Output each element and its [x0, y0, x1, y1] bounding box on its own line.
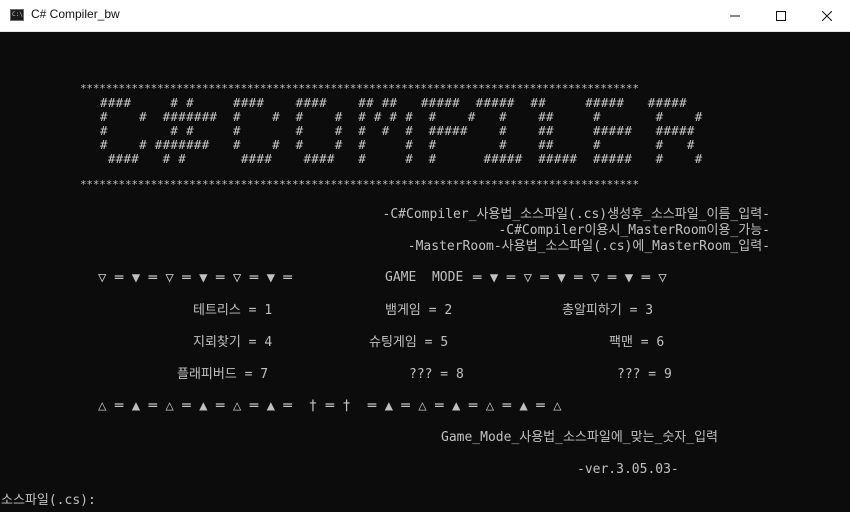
minimize-icon: [730, 15, 740, 16]
game-option-7: 플래피버드 = 7: [177, 367, 269, 382]
game-option-2: 뱀게임 = 2: [385, 303, 453, 318]
version-label: -ver.3.05.03-: [577, 462, 679, 477]
game-mode-title: GAME MODE: [385, 270, 464, 285]
banner-art-row: # # ####### # # # # # # # # ## # # #: [100, 137, 695, 152]
window-title: C# Compiler_bw: [31, 7, 120, 21]
prompt-label: 소스파일(.cs):: [1, 493, 96, 508]
game-mode-footer: △ ═ ▲ ═ △ ═ ▲ ═ △ ═ ▲ ═ † ═ † ═ ▲ ═ △ ═ …: [98, 398, 562, 414]
game-option-3: 총알피하기 = 3: [562, 303, 654, 318]
banner-art-row: # # # # # # # # # ##### # ## ##### #####: [100, 123, 695, 138]
usage-line-2: -C#Compiler이용시_MasterRoom이용_가능-: [498, 223, 770, 238]
console-output[interactable]: ****************************************…: [0, 32, 850, 512]
game-mode-instruction: Game_Mode_사용법_소스파일에_맞는_숫자_입력: [441, 430, 719, 445]
compiler-ascii-banner: #### # # #### #### ## ## ##### ##### ## …: [100, 64, 750, 166]
game-option-8: ??? = 8: [409, 367, 464, 382]
close-icon: [822, 10, 832, 21]
usage-line-3: -MasterRoom-사용법_소스파일(.cs)에_MasterRoom_입력…: [407, 239, 770, 254]
source-file-prompt[interactable]: 소스파일(.cs):: [1, 493, 96, 509]
game-option-1: 테트리스 = 1: [193, 303, 273, 318]
banner-art-row: #### # # #### #### # # # ##### ##### ###…: [100, 151, 703, 166]
close-button[interactable]: [804, 0, 850, 31]
banner-art-row: #### # # #### #### ## ## ##### ##### ## …: [100, 95, 687, 110]
game-mode-header-left: ▽ ═ ▼ ═ ▽ ═ ▼ ═ ▽ ═ ▼ ═: [98, 270, 292, 286]
maximize-icon: [776, 10, 786, 21]
game-option-4: 지뢰찾기 = 4: [193, 335, 273, 350]
game-option-5: 슈팅게임 = 5: [369, 335, 449, 350]
banner-art-row: # # ####### # # # # # # # # # # # ## # #…: [100, 109, 703, 124]
minimize-button[interactable]: [712, 0, 758, 31]
game-option-9: ??? = 9: [617, 367, 672, 382]
game-option-6: 팩맨 = 6: [609, 335, 665, 350]
banner-bottom-border: ****************************************…: [80, 178, 639, 191]
usage-line-1: -C#Compiler_사용법_소스파일(.cs)생성후_소스파일_이름_입력-: [382, 207, 770, 222]
console-app-icon[interactable]: C:\: [10, 9, 24, 21]
maximize-button[interactable]: [758, 0, 804, 31]
game-mode-header-right: ═ ▼ ═ ▽ ═ ▼ ═ ▽ ═ ▼ ═ ▽: [473, 270, 667, 286]
title-bar[interactable]: C:\ C# Compiler_bw: [0, 0, 850, 32]
